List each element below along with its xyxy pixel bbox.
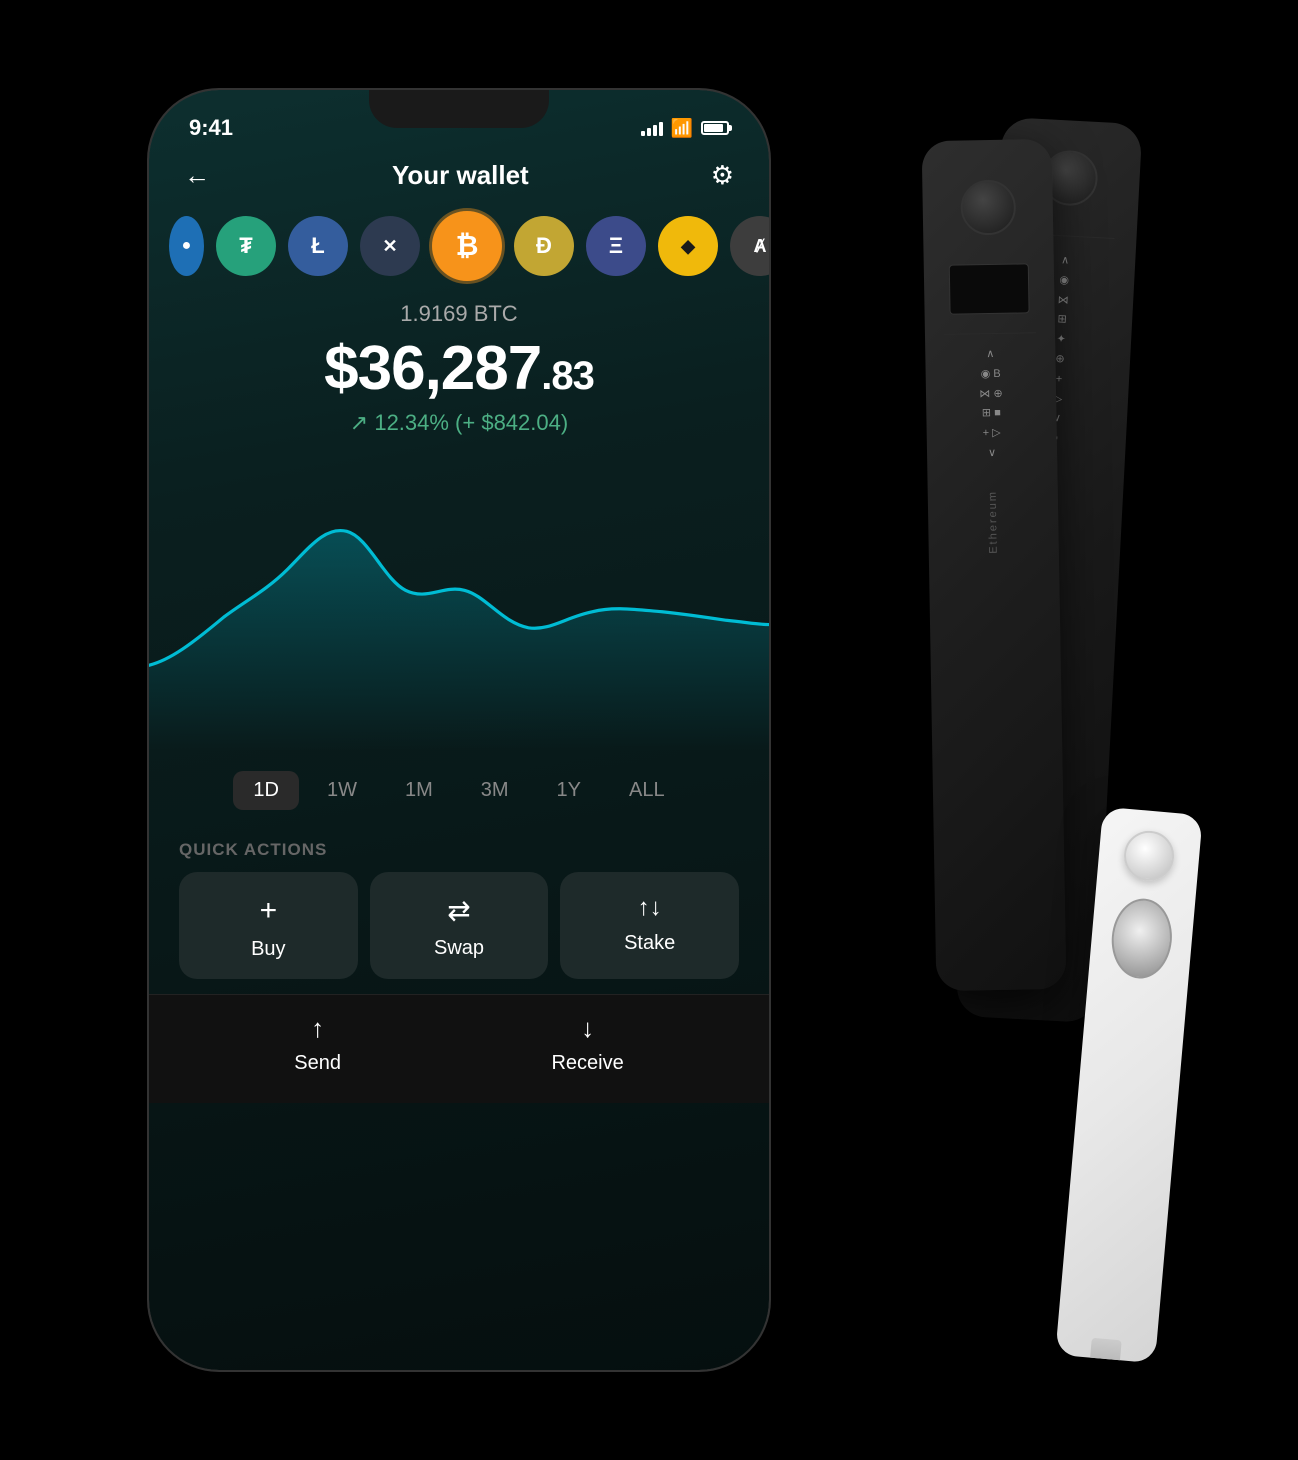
time-filter-1d[interactable]: 1D	[233, 771, 299, 810]
stake-button[interactable]: ↑↓ Stake	[560, 872, 739, 979]
send-label: Send	[294, 1052, 341, 1075]
time-filter-1y[interactable]: 1Y	[537, 771, 601, 810]
time-filter-all[interactable]: ALL	[609, 771, 685, 810]
coin-xrp[interactable]: ✕	[360, 216, 420, 276]
send-button[interactable]: ↑ Send	[294, 1013, 341, 1075]
balance-change: ↗ 12.34% (+ $842.04)	[149, 410, 769, 436]
chart-svg	[149, 451, 769, 751]
receive-button[interactable]: ↓ Receive	[551, 1013, 623, 1075]
bottom-bar: ↑ Send ↓ Receive	[149, 994, 769, 1103]
buy-icon: +	[260, 894, 278, 928]
page-title: Your wallet	[392, 160, 529, 191]
stake-icon: ↑↓	[638, 894, 662, 922]
status-time: 9:41	[189, 115, 233, 141]
signal-icon	[641, 120, 663, 136]
phone: 9:41 📶 ← Your wallet	[149, 90, 769, 1370]
buy-label: Buy	[251, 938, 285, 961]
swap-label: Swap	[434, 937, 484, 960]
time-filter-3m[interactable]: 3M	[461, 771, 529, 810]
price-chart	[149, 451, 769, 761]
time-filters: 1D 1W 1M 3M 1Y ALL	[149, 761, 769, 830]
coin-dogecoin[interactable]: Ð	[514, 216, 574, 276]
coin-ethereum[interactable]: Ξ	[586, 216, 646, 276]
stake-label: Stake	[624, 932, 675, 955]
hw-icons-front: ∧◉ B⋈ ⊕⊞ ■+ ▷∨	[979, 345, 1004, 464]
notch	[369, 90, 549, 128]
scene: 9:41 📶 ← Your wallet	[99, 40, 1199, 1420]
buy-button[interactable]: + Buy	[179, 872, 358, 979]
swap-button[interactable]: ⇄ Swap	[370, 872, 549, 979]
coin-algorand[interactable]: Ⱥ	[730, 216, 769, 276]
usd-whole: $36,287	[324, 334, 541, 403]
receive-icon: ↓	[581, 1013, 594, 1044]
time-filter-1w[interactable]: 1W	[307, 771, 377, 810]
hw-button-front	[960, 180, 1016, 236]
receive-label: Receive	[551, 1052, 623, 1075]
usd-cents: .83	[541, 354, 594, 398]
status-icons: 📶	[641, 118, 729, 139]
hw-white-circle-large	[1108, 896, 1175, 981]
hw-white-button	[1122, 829, 1176, 883]
crypto-amount: 1.9169 BTC	[149, 301, 769, 327]
header: ← Your wallet ⚙	[149, 150, 769, 206]
hw-text-ethereum: Ethereum	[987, 490, 1000, 554]
swap-icon: ⇄	[447, 894, 470, 927]
battery-icon	[701, 121, 729, 135]
hw-connector	[1088, 1338, 1121, 1364]
quick-actions-label: QUICK ACTIONS	[179, 840, 739, 860]
coin-litecoin[interactable]: Ł	[288, 216, 348, 276]
balance-section: 1.9169 BTC $36,287.83 ↗ 12.34% (+ $842.0…	[149, 296, 769, 451]
action-buttons: + Buy ⇄ Swap ↑↓ Stake	[179, 872, 739, 979]
time-filter-1m[interactable]: 1M	[385, 771, 453, 810]
coin-carousel: ● ₮ Ł ✕ ₿ Ð Ξ ◆ Ⱥ	[149, 206, 769, 296]
coin-bitcoin[interactable]: ₿	[432, 211, 502, 281]
wifi-icon: 📶	[671, 118, 693, 139]
usd-balance: $36,287.83	[149, 333, 769, 404]
hardware-wallet-front: ∧◉ B⋈ ⊕⊞ ■+ ▷∨ Ethereum	[922, 139, 1067, 991]
quick-actions-section: QUICK ACTIONS + Buy ⇄ Swap ↑↓ Stake	[149, 830, 769, 994]
coin-partial[interactable]: ●	[169, 216, 204, 276]
back-button[interactable]: ←	[184, 160, 210, 191]
coin-tether[interactable]: ₮	[216, 216, 276, 276]
send-icon: ↑	[311, 1013, 324, 1044]
hw-screen	[949, 263, 1030, 314]
coin-bnb[interactable]: ◆	[658, 216, 718, 276]
settings-button[interactable]: ⚙	[711, 160, 734, 191]
